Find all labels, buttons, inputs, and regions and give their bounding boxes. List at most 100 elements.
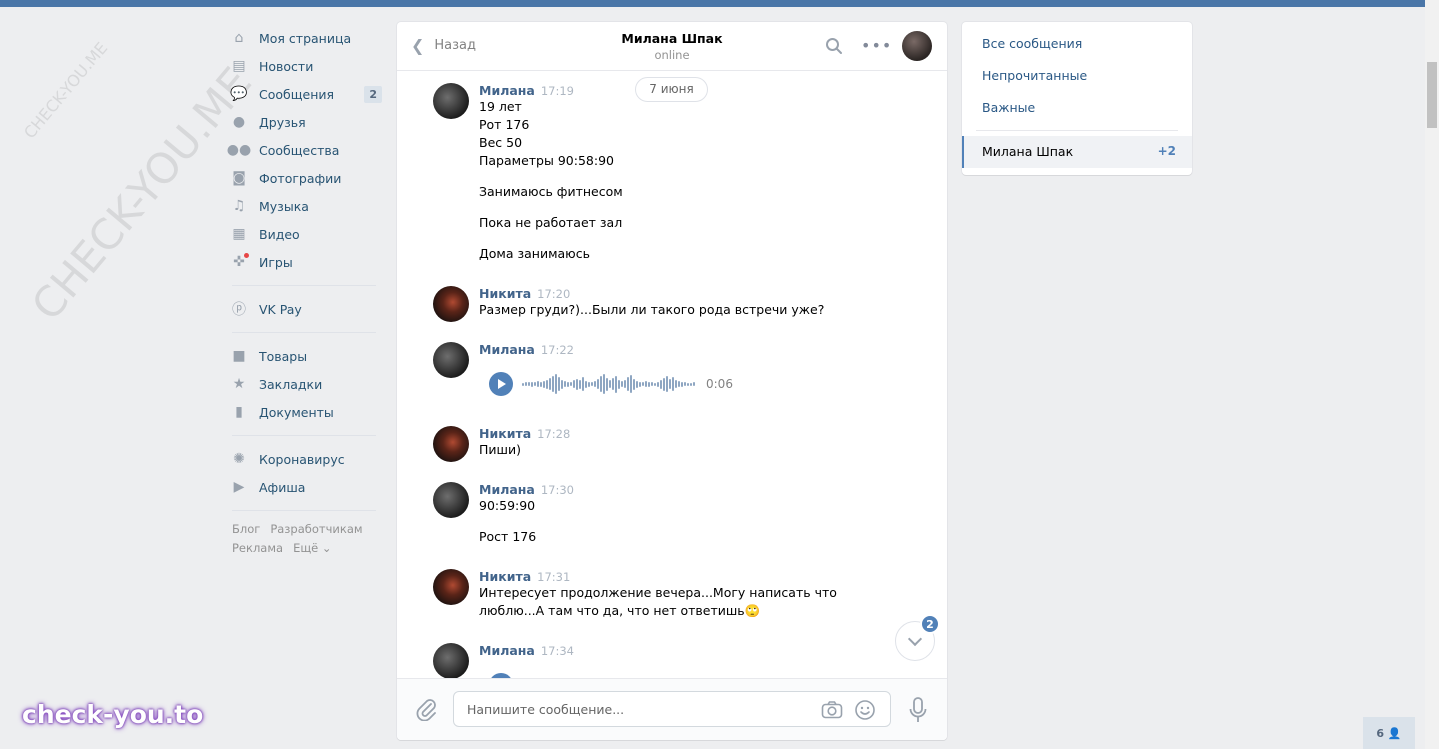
- filter-all-messages[interactable]: Все сообщения: [982, 36, 1082, 51]
- nav-divider: [232, 510, 376, 511]
- avatar[interactable]: [433, 83, 469, 119]
- message-text: Рост 176: [479, 529, 537, 544]
- search-icon[interactable]: [825, 37, 843, 55]
- active-conversation-item[interactable]: Милана Шпак +2: [962, 136, 1192, 168]
- waveform-bar: [543, 380, 545, 388]
- nav-label: Друзья: [259, 114, 306, 130]
- nav-divider: [232, 285, 376, 286]
- avatar[interactable]: [433, 482, 469, 518]
- message-author[interactable]: Милана: [479, 643, 535, 658]
- waveform-bar: [651, 382, 653, 386]
- avatar[interactable]: [433, 286, 469, 322]
- audio-waveform[interactable]: [522, 372, 696, 396]
- music-note-icon: ♫: [232, 198, 246, 214]
- nav-item-music[interactable]: ♫ Музыка: [230, 192, 382, 220]
- avatar[interactable]: [433, 426, 469, 462]
- virus-icon: ✺: [233, 451, 245, 467]
- waveform-bar: [657, 381, 659, 387]
- paperclip-icon[interactable]: [415, 697, 437, 721]
- nav-item-my-page[interactable]: ⌂ Моя страница: [230, 24, 382, 52]
- waveform-bar: [531, 381, 533, 387]
- waveform-bar: [555, 374, 557, 394]
- waveform-bar: [681, 381, 683, 387]
- nav-item-messages[interactable]: 💬 Сообщения 2: [230, 80, 382, 108]
- waveform-bar: [570, 382, 572, 386]
- message-author[interactable]: Никита: [479, 569, 531, 584]
- waveform-bar: [579, 379, 581, 389]
- waveform-bar: [585, 380, 587, 388]
- nav-item-goods[interactable]: ■ Товары: [230, 342, 382, 370]
- footer-link-blog[interactable]: Блог: [232, 522, 260, 536]
- filter-unread[interactable]: Непрочитанные: [982, 68, 1087, 83]
- nav-item-afisha[interactable]: ▶ Афиша: [230, 473, 382, 501]
- nav-item-video[interactable]: ▦ Видео: [230, 220, 382, 248]
- filter-important[interactable]: Важные: [982, 100, 1035, 115]
- avatar[interactable]: [433, 643, 469, 678]
- waveform-bar: [528, 382, 530, 386]
- message-time: 17:31: [537, 570, 571, 584]
- unread-count-badge: 2: [920, 614, 940, 634]
- scrollbar-thumb[interactable]: [1427, 62, 1437, 128]
- message-input-box[interactable]: [453, 691, 891, 727]
- footer-link-more[interactable]: Ещё ⌄: [293, 541, 331, 555]
- message-author[interactable]: Милана: [479, 482, 535, 497]
- news-icon: ▤: [232, 58, 246, 74]
- message-text: люблю...А там что да, что нет ответишь🙄: [479, 603, 761, 618]
- waveform-bar: [588, 381, 590, 387]
- play-button[interactable]: [489, 372, 513, 396]
- more-icon[interactable]: •••: [861, 36, 892, 55]
- microphone-icon[interactable]: [908, 696, 928, 724]
- message-author[interactable]: Никита: [479, 426, 531, 441]
- avatar[interactable]: [433, 569, 469, 605]
- footer-link-ads[interactable]: Реклама: [232, 541, 283, 555]
- film-icon: ▦: [232, 226, 246, 242]
- message-author[interactable]: Милана: [479, 342, 535, 357]
- nav-item-games[interactable]: ✜ Игры: [230, 248, 382, 276]
- online-friends-chip[interactable]: 6 👤: [1363, 717, 1415, 749]
- footer-link-developers[interactable]: Разработчикам: [270, 522, 362, 536]
- home-icon: ⌂: [234, 30, 244, 46]
- conversation-unread-count: +2: [1157, 144, 1176, 158]
- nav-label: Музыка: [259, 198, 309, 214]
- message-time: 17:20: [537, 287, 571, 301]
- message-author[interactable]: Милана: [479, 83, 535, 98]
- scroll-to-bottom-button[interactable]: 2: [895, 614, 940, 661]
- nav-item-news[interactable]: ▤ Новости: [230, 52, 382, 80]
- nav-label: Коронавирус: [259, 451, 345, 467]
- nav-item-coronavirus[interactable]: ✺ Коронавирус: [230, 445, 382, 473]
- message-text: Занимаюсь фитнесом: [479, 184, 623, 199]
- camera-icon[interactable]: [821, 700, 843, 720]
- nav-item-vk-pay[interactable]: ⓟ VK Pay: [230, 295, 382, 323]
- message-list: Милана 17:19 19 лет Рот 176 Вес 50 Параме…: [397, 72, 947, 678]
- nav-item-bookmarks[interactable]: ★ Закладки: [230, 370, 382, 398]
- page-scrollbar[interactable]: [1425, 0, 1439, 749]
- waveform-bar: [609, 380, 611, 388]
- emoji-icon[interactable]: [854, 699, 876, 721]
- avatar[interactable]: [433, 342, 469, 378]
- nav-item-photos[interactable]: ◙ Фотографии: [230, 164, 382, 192]
- waveform-bar: [630, 375, 632, 393]
- waveform-bar: [564, 381, 566, 387]
- message-author[interactable]: Никита: [479, 286, 531, 301]
- nav-item-friends[interactable]: ● Друзья: [230, 108, 382, 136]
- document-icon: ▮: [235, 404, 243, 420]
- user-icon: ●: [232, 114, 246, 130]
- waveform-bar: [648, 381, 650, 387]
- peer-avatar[interactable]: [902, 31, 932, 61]
- waveform-bar: [594, 381, 596, 387]
- waveform-bar: [561, 379, 563, 389]
- voice-duration: 0:06: [706, 377, 733, 391]
- nav-label: Афиша: [259, 479, 306, 495]
- conversation-name: Милана Шпак: [982, 144, 1074, 159]
- nav-item-communities[interactable]: ●● Сообщества: [227, 136, 382, 164]
- message-text: Интересует продолжение вечера...Могу нап…: [479, 585, 837, 600]
- left-navigation: ⌂ Моя страница ▤ Новости 💬 Сообщения 2 ● Друз…: [227, 24, 382, 558]
- message-text: Пока не работает зал: [479, 215, 623, 230]
- waveform-bar: [567, 381, 569, 387]
- nav-item-documents[interactable]: ▮ Документы: [230, 398, 382, 426]
- waveform-bar: [549, 378, 551, 390]
- waveform-bar: [666, 376, 668, 392]
- footer-links: Блог Разработчикам Реклама Ещё ⌄: [230, 520, 382, 558]
- message-input[interactable]: [467, 702, 807, 717]
- message-time: 17:28: [537, 427, 571, 441]
